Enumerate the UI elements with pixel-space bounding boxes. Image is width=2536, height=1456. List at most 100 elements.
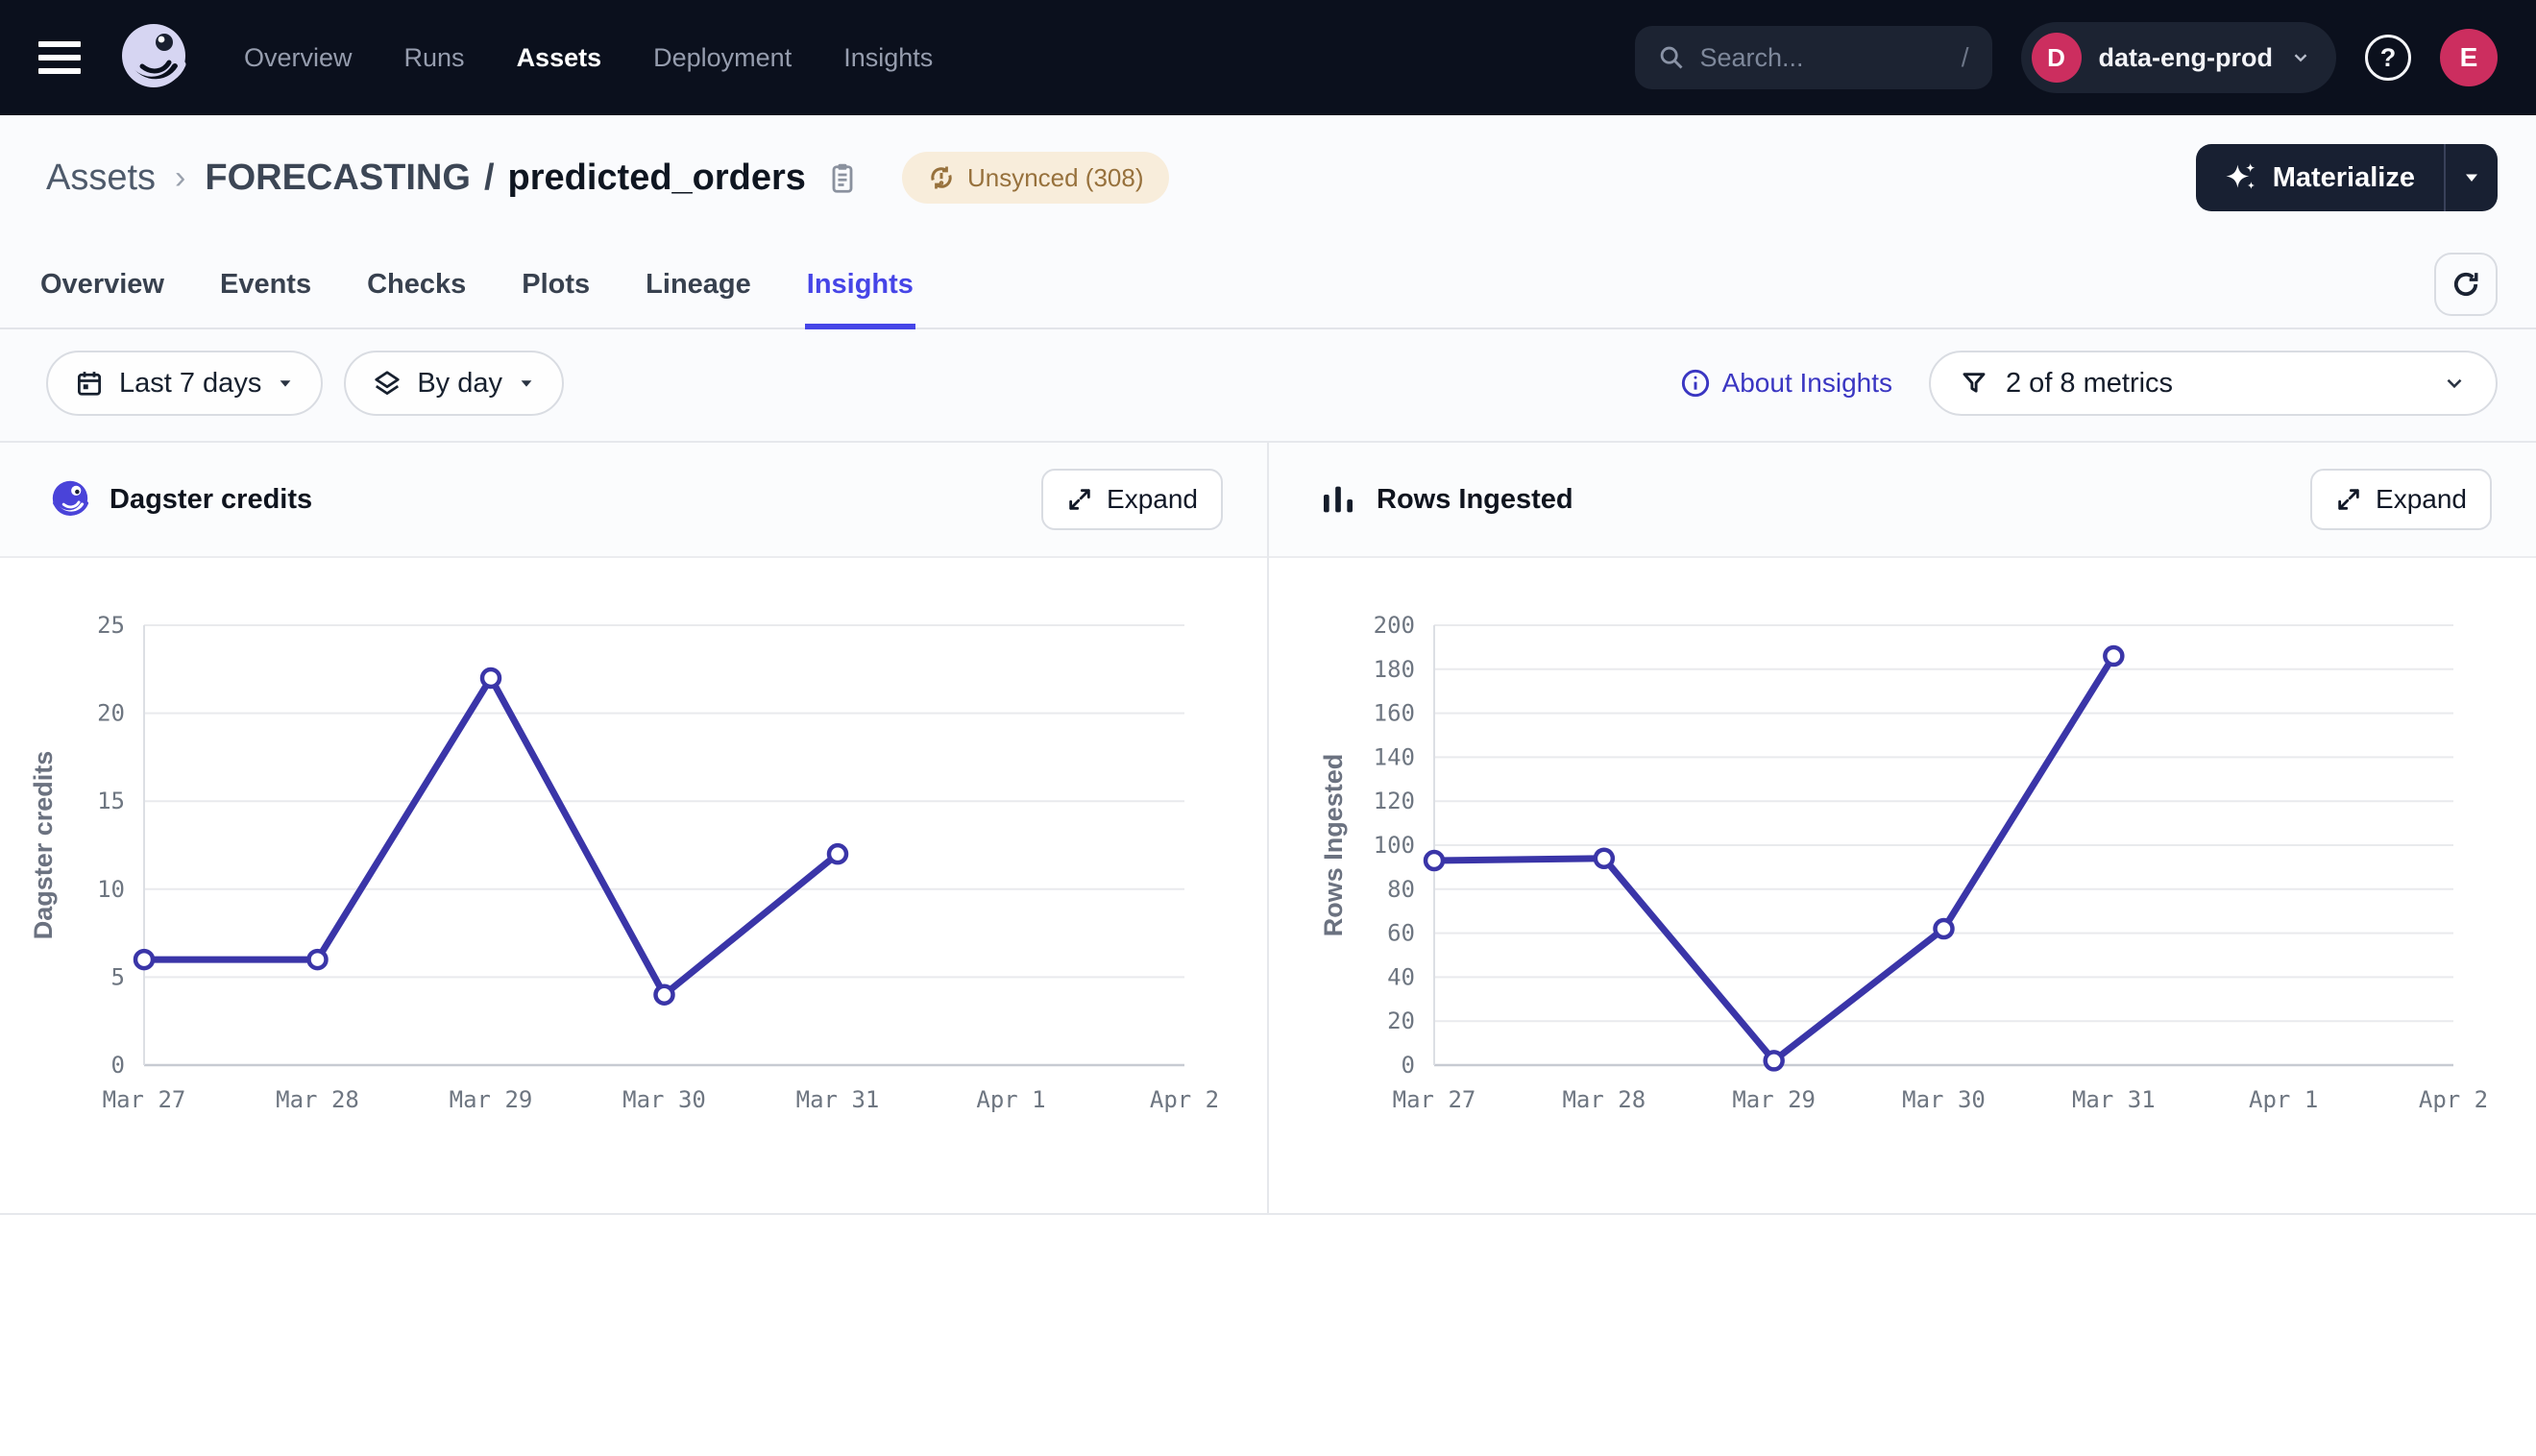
svg-text:15: 15 (97, 788, 125, 814)
expand-button[interactable]: Expand (2310, 469, 2492, 530)
svg-text:0: 0 (111, 1052, 125, 1079)
svg-text:0: 0 (1402, 1052, 1415, 1079)
org-switcher[interactable]: D data-eng-prod (2021, 22, 2337, 93)
nav-link-runs[interactable]: Runs (404, 43, 465, 73)
svg-text:160: 160 (1374, 700, 1415, 727)
about-insights-link[interactable]: About Insights (1680, 368, 1892, 399)
svg-text:Mar 28: Mar 28 (276, 1086, 359, 1113)
question-icon: ? (2380, 43, 2397, 73)
search-input[interactable] (1700, 43, 1946, 73)
refresh-icon (2450, 268, 2482, 301)
metrics-filter-label: 2 of 8 metrics (2006, 368, 2173, 400)
insights-charts: Dagster credits Expand 0 5 10 15 20 25 Mar 27 M… (0, 443, 2536, 1215)
line-chart-rows-ingested[interactable]: 020406080100120140160180200Mar 27Mar 28M… (1269, 558, 2536, 1213)
materialize-split-button: Materialize (2196, 144, 2498, 211)
svg-text:Mar 31: Mar 31 (796, 1086, 880, 1113)
chart-card-rows-ingested: Rows Ingested Expand 0 20 40 60 80 100 120 140 1… (1269, 443, 2536, 1213)
svg-text:5: 5 (111, 963, 125, 990)
svg-text:80: 80 (1387, 876, 1415, 903)
help-button[interactable]: ? (2365, 35, 2411, 81)
caret-down-icon (518, 375, 535, 392)
svg-text:Mar 28: Mar 28 (1562, 1086, 1646, 1113)
svg-text:Mar 29: Mar 29 (450, 1086, 533, 1113)
granularity-filter[interactable]: By day (344, 351, 564, 416)
chart-title: Rows Ingested (1377, 484, 1573, 516)
date-range-filter[interactable]: Last 7 days (46, 351, 323, 416)
svg-text:40: 40 (1387, 963, 1415, 990)
breadcrumb: Assets › FORECASTING / predicted_orders (46, 158, 806, 199)
svg-text:Rows Ingested: Rows Ingested (1319, 754, 1348, 937)
line-chart-dagster-credits[interactable]: 0 5 10 15 20 25 Mar 27 Mar 28 Mar 29 Mar 30 Mar 31… (0, 558, 1267, 1213)
svg-text:60: 60 (1387, 920, 1415, 947)
nav-link-overview[interactable]: Overview (244, 43, 353, 73)
breadcrumb-assets-link[interactable]: Assets (46, 158, 156, 199)
materialize-dropdown-button[interactable] (2444, 144, 2498, 211)
svg-text:180: 180 (1374, 656, 1415, 683)
unsynced-status-badge[interactable]: Unsynced (308) (902, 152, 1169, 204)
granularity-label: By day (417, 368, 502, 400)
svg-text:Mar 27: Mar 27 (103, 1086, 186, 1113)
svg-text:100: 100 (1374, 832, 1415, 859)
asset-tabs: Overview Events Checks Plots Lineage Ins… (0, 240, 2536, 329)
tab-lineage[interactable]: Lineage (644, 240, 753, 329)
caret-down-icon (277, 375, 294, 392)
sync-problem-icon (927, 163, 956, 192)
asset-header: Assets › FORECASTING / predicted_orders (0, 115, 2536, 240)
primary-nav: Overview Runs Assets Deployment Insights (244, 43, 933, 73)
hamburger-menu-icon[interactable] (38, 41, 81, 74)
about-insights-label: About Insights (1722, 368, 1892, 399)
svg-text:Apr 2: Apr 2 (2419, 1086, 2488, 1113)
status-badge-label: Unsynced (308) (967, 163, 1144, 193)
tab-insights[interactable]: Insights (805, 240, 915, 329)
tab-overview[interactable]: Overview (38, 240, 166, 329)
dagster-logo[interactable] (119, 22, 190, 93)
calendar-icon (75, 369, 104, 398)
breadcrumb-slash: / (484, 158, 495, 199)
svg-text:Apr 1: Apr 1 (976, 1086, 1045, 1113)
org-avatar: D (2032, 33, 2082, 83)
expand-icon (2335, 486, 2362, 513)
expand-icon (1066, 486, 1093, 513)
chart-title: Dagster credits (110, 484, 312, 516)
tab-plots[interactable]: Plots (520, 240, 592, 329)
sparkles-icon (2225, 161, 2257, 194)
dagster-credits-icon (50, 479, 90, 520)
chevron-down-icon (2290, 47, 2311, 68)
clipboard-icon[interactable] (825, 160, 860, 195)
svg-text:Apr 1: Apr 1 (2249, 1086, 2318, 1113)
refresh-button[interactable] (2434, 253, 2498, 316)
svg-text:20: 20 (97, 700, 125, 727)
info-icon (1680, 368, 1711, 399)
svg-text:Mar 29: Mar 29 (1732, 1086, 1816, 1113)
nav-link-deployment[interactable]: Deployment (653, 43, 792, 73)
nav-link-insights[interactable]: Insights (843, 43, 933, 73)
tab-events[interactable]: Events (218, 240, 313, 329)
search-box[interactable]: / (1635, 26, 1992, 89)
svg-text:Mar 30: Mar 30 (1902, 1086, 1986, 1113)
expand-label: Expand (2376, 484, 2467, 515)
svg-text:140: 140 (1374, 743, 1415, 770)
user-avatar[interactable]: E (2440, 29, 2498, 86)
svg-text:10: 10 (97, 876, 125, 903)
search-icon (1658, 44, 1685, 71)
chevron-down-icon (2442, 371, 2467, 396)
metrics-filter-select[interactable]: 2 of 8 metrics (1929, 351, 2498, 416)
asset-name: predicted_orders (508, 158, 806, 199)
org-name: data-eng-prod (2099, 43, 2274, 73)
breadcrumb-chevron-icon: › (175, 159, 185, 197)
svg-text:Apr 2: Apr 2 (1150, 1086, 1219, 1113)
materialize-button[interactable]: Materialize (2196, 144, 2444, 211)
svg-text:120: 120 (1374, 788, 1415, 814)
tab-checks[interactable]: Checks (365, 240, 468, 329)
svg-text:Mar 30: Mar 30 (622, 1086, 706, 1113)
nav-link-assets[interactable]: Assets (517, 43, 602, 73)
svg-text:200: 200 (1374, 612, 1415, 639)
date-range-label: Last 7 days (119, 368, 261, 400)
expand-label: Expand (1107, 484, 1198, 515)
svg-text:20: 20 (1387, 1007, 1415, 1034)
svg-text:25: 25 (97, 612, 125, 639)
expand-button[interactable]: Expand (1041, 469, 1223, 530)
search-shortcut-hint: / (1962, 42, 1969, 73)
layers-icon (373, 369, 402, 398)
insights-filters: Last 7 days By day (0, 329, 2536, 443)
